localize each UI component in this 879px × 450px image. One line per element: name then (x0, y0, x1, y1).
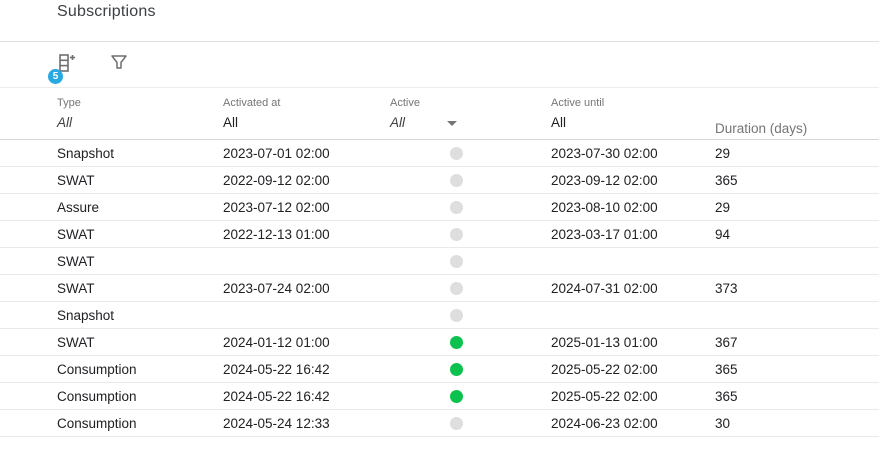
cell-duration: 367 (715, 335, 879, 350)
column-header-type[interactable]: Type All (57, 95, 223, 139)
cell-active-until: 2025-01-13 01:00 (551, 335, 715, 350)
column-header-active[interactable]: Active All (390, 95, 551, 139)
cell-active (390, 147, 551, 160)
inactive-status-dot (450, 309, 463, 322)
table-row[interactable]: Consumption2024-05-22 16:42 2025-05-22 02… (0, 383, 879, 410)
cell-active (390, 417, 551, 430)
cell-activated-at: 2023-07-01 02:00 (223, 146, 390, 161)
page-title: Subscriptions (57, 3, 879, 21)
cell-activated-at: 2024-05-22 16:42 (223, 389, 390, 404)
cell-type: SWAT (57, 335, 223, 350)
cell-active-until: 2024-07-31 02:00 (551, 281, 715, 296)
table-row[interactable]: Snapshot (0, 302, 879, 329)
column-filter-active-until[interactable]: All (551, 113, 715, 133)
cell-type: Consumption (57, 416, 223, 431)
cell-active-until: 2024-06-23 02:00 (551, 416, 715, 431)
cell-active (390, 336, 551, 349)
cell-duration: 29 (715, 200, 879, 215)
column-filter-activated-at[interactable]: All (223, 113, 390, 133)
cell-active (390, 390, 551, 403)
column-label: Activated at (223, 95, 390, 111)
cell-activated-at: 2024-01-12 01:00 (223, 335, 390, 350)
cell-active (390, 228, 551, 241)
cell-activated-at: 2023-07-24 02:00 (223, 281, 390, 296)
table-header: Type All Activated at All Active All Act… (0, 88, 879, 140)
cell-active (390, 309, 551, 322)
cell-type: SWAT (57, 173, 223, 188)
active-status-dot (450, 390, 463, 403)
cell-type: Consumption (57, 362, 223, 377)
cell-active-until: 2025-05-22 02:00 (551, 389, 715, 404)
cell-duration: 365 (715, 389, 879, 404)
cell-type: Consumption (57, 389, 223, 404)
cell-activated-at: 2024-05-22 16:42 (223, 362, 390, 377)
column-header-active-until[interactable]: Active until All (551, 95, 715, 139)
table-row[interactable]: SWAT2023-07-24 02:00 2024-07-31 02:00373 (0, 275, 879, 302)
column-label: Active until (551, 95, 715, 111)
table-row[interactable]: Assure2023-07-12 02:00 2023-08-10 02:0029 (0, 194, 879, 221)
table-row[interactable]: Consumption2024-05-22 16:42 2025-05-22 02… (0, 356, 879, 383)
column-header-duration[interactable]: Duration (days) (715, 95, 879, 139)
column-label: Duration (days) (715, 119, 879, 139)
inactive-status-dot (450, 417, 463, 430)
inactive-status-dot (450, 228, 463, 241)
columns-count-badge: 5 (48, 69, 63, 84)
cell-active-until: 2023-03-17 01:00 (551, 227, 715, 242)
cell-duration: 365 (715, 362, 879, 377)
column-header-activated-at[interactable]: Activated at All (223, 95, 390, 139)
inactive-status-dot (450, 255, 463, 268)
chevron-down-icon[interactable] (447, 121, 457, 126)
cell-type: SWAT (57, 254, 223, 269)
inactive-status-dot (450, 282, 463, 295)
cell-duration: 94 (715, 227, 879, 242)
table-row[interactable]: SWAT2022-12-13 01:00 2023-03-17 01:0094 (0, 221, 879, 248)
cell-type: Assure (57, 200, 223, 215)
cell-active-until: 2023-08-10 02:00 (551, 200, 715, 215)
subscriptions-table: Type All Activated at All Active All Act… (0, 88, 879, 437)
filter-icon (109, 52, 129, 72)
cell-duration: 30 (715, 416, 879, 431)
filter-button[interactable] (104, 48, 134, 82)
cell-activated-at: 2022-09-12 02:00 (223, 173, 390, 188)
table-row[interactable]: SWAT (0, 248, 879, 275)
cell-active-until: 2023-09-12 02:00 (551, 173, 715, 188)
cell-type: SWAT (57, 281, 223, 296)
inactive-status-dot (450, 147, 463, 160)
cell-type: SWAT (57, 227, 223, 242)
header-gutter (0, 95, 57, 139)
table-row[interactable]: SWAT2022-09-12 02:00 2023-09-12 02:00365 (0, 167, 879, 194)
table-toolbar: 5 (0, 42, 879, 88)
cell-activated-at: 2023-07-12 02:00 (223, 200, 390, 215)
inactive-status-dot (450, 201, 463, 214)
cell-type: Snapshot (57, 308, 223, 323)
table-body: Snapshot2023-07-01 02:002023-07-30 02:00… (0, 140, 879, 437)
cell-active (390, 255, 551, 268)
active-filter-value: All (390, 113, 405, 133)
cell-active (390, 174, 551, 187)
table-row[interactable]: SWAT2024-01-12 01:00 2025-01-13 01:00367 (0, 329, 879, 356)
cell-active (390, 201, 551, 214)
active-status-dot (450, 336, 463, 349)
inactive-status-dot (450, 174, 463, 187)
active-status-dot (450, 363, 463, 376)
table-row[interactable]: Snapshot2023-07-01 02:00 2023-07-30 02:00… (0, 140, 879, 167)
cell-type: Snapshot (57, 146, 223, 161)
title-bar: Subscriptions (0, 0, 879, 42)
cell-active-until: 2023-07-30 02:00 (551, 146, 715, 161)
manage-columns-button[interactable]: 5 (50, 48, 80, 82)
cell-active (390, 282, 551, 295)
cell-activated-at: 2022-12-13 01:00 (223, 227, 390, 242)
column-label: Type (57, 95, 223, 111)
column-filter-active[interactable]: All (390, 113, 551, 133)
cell-activated-at: 2024-05-24 12:33 (223, 416, 390, 431)
cell-duration: 373 (715, 281, 879, 296)
cell-duration: 365 (715, 173, 879, 188)
column-label: Active (390, 95, 551, 111)
cell-active-until: 2025-05-22 02:00 (551, 362, 715, 377)
table-row[interactable]: Consumption2024-05-24 12:33 2024-06-23 02… (0, 410, 879, 437)
cell-duration: 29 (715, 146, 879, 161)
column-filter-type[interactable]: All (57, 113, 223, 133)
cell-active (390, 363, 551, 376)
